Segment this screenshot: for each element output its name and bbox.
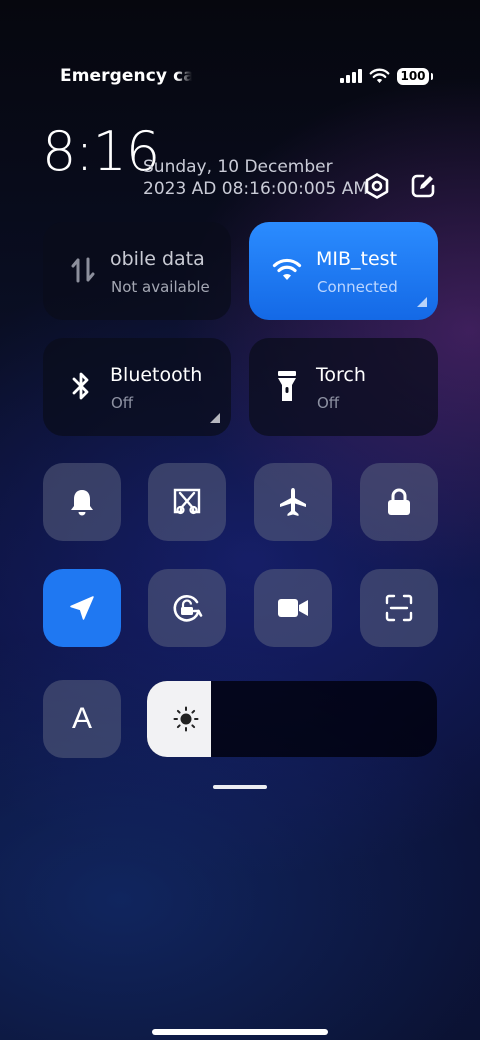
battery-indicator: 100 [397, 67, 433, 85]
home-gesture-bar[interactable] [152, 1029, 328, 1035]
font-a-icon: A [71, 702, 92, 735]
sun-icon [173, 706, 199, 732]
edit-icon [411, 174, 435, 198]
rotation-lock-button[interactable] [148, 569, 226, 647]
wifi-tile[interactable]: MIB_test Connected [249, 222, 438, 320]
mobile-data-tile[interactable]: obile data Not available [43, 222, 231, 320]
bell-icon [71, 490, 93, 516]
wifi-tile-icon [271, 254, 303, 286]
settings-button[interactable] [362, 171, 392, 201]
wifi-icon [369, 68, 390, 83]
settings-hexagon-icon [365, 173, 389, 199]
screenshot-scissors-icon [173, 488, 201, 515]
rotation-lock-icon [173, 595, 203, 622]
mobile-data-arrows-icon [67, 254, 99, 286]
bluetooth-status: Off [111, 394, 134, 412]
bluetooth-expand-corner-icon[interactable] [210, 413, 220, 423]
scanner-button[interactable] [360, 569, 438, 647]
status-icons: 100 [340, 64, 433, 88]
mobile-data-status: Not available [111, 278, 210, 296]
signal-bars-icon [340, 69, 362, 83]
video-camera-icon [278, 599, 308, 617]
scan-icon [385, 594, 413, 622]
screenshot-button[interactable] [148, 463, 226, 541]
wifi-status: Connected [317, 278, 398, 296]
bluetooth-tile[interactable]: Bluetooth Off [43, 338, 231, 436]
wifi-network-name: MIB_test [316, 248, 398, 270]
bluetooth-title: Bluetooth [110, 364, 203, 386]
date-line-2: 2023 AD 08:16:00:005 AM [143, 179, 369, 199]
reading-mode-button[interactable]: A [43, 680, 121, 758]
screen-recorder-button[interactable] [254, 569, 332, 647]
panel-drag-handle[interactable] [213, 785, 267, 789]
flashlight-icon [271, 370, 303, 402]
date-line-1: Sunday, 10 December [143, 157, 333, 177]
lock-icon [388, 488, 410, 515]
mobile-data-title: obile data [110, 248, 205, 270]
emergency-calls-label: Emergency calls [60, 66, 192, 86]
bluetooth-icon [65, 370, 97, 402]
date-text: Sunday, 10 December 2023 AD 08:16:00:005… [143, 156, 368, 200]
airplane-mode-button[interactable] [254, 463, 332, 541]
torch-tile[interactable]: Torch Off [249, 338, 438, 436]
torch-status: Off [317, 394, 340, 412]
torch-title: Torch [316, 364, 366, 386]
ring-mode-button[interactable] [43, 463, 121, 541]
edit-button[interactable] [408, 171, 438, 201]
clock-time: 8:16 [42, 120, 160, 183]
location-arrow-icon [70, 596, 94, 620]
location-button[interactable] [43, 569, 121, 647]
airplane-icon [280, 488, 306, 516]
lock-screen-button[interactable] [360, 463, 438, 541]
wifi-expand-corner-icon[interactable] [417, 297, 427, 307]
brightness-slider[interactable] [147, 681, 437, 757]
